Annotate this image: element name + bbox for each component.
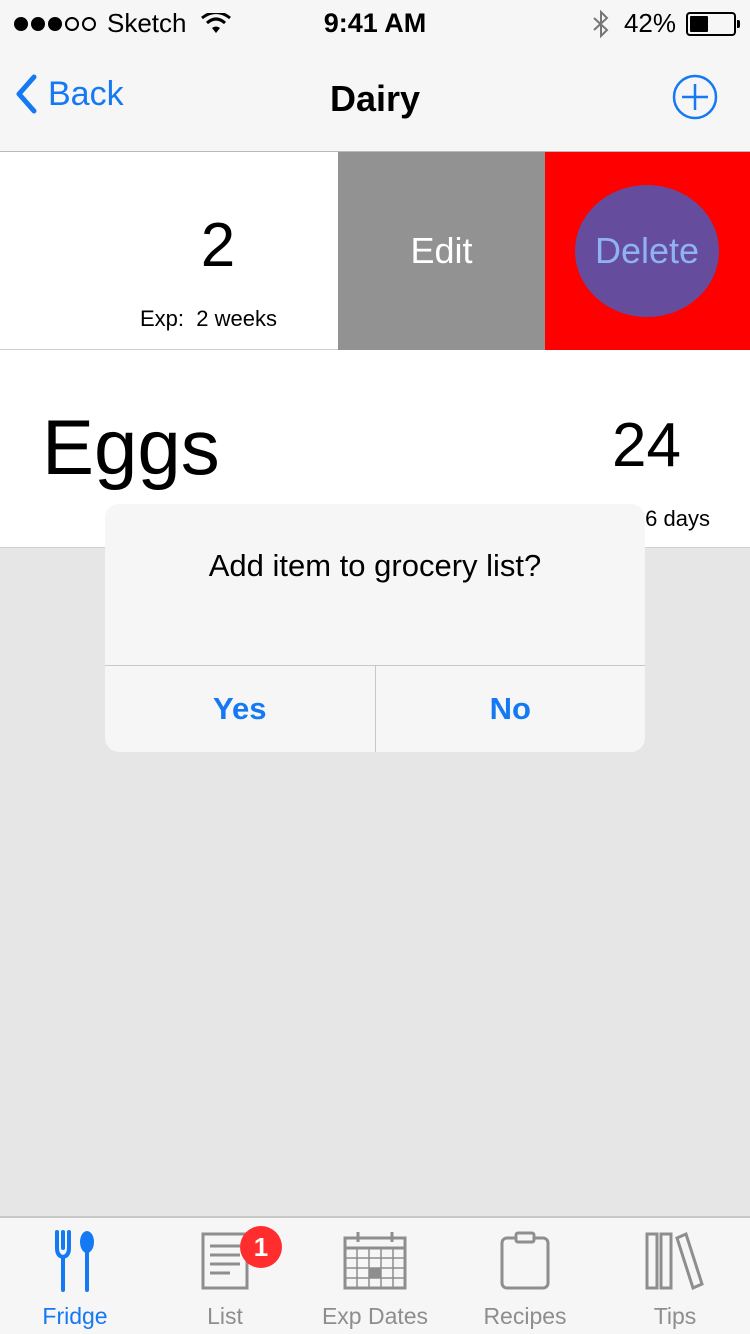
clipboard-icon [500,1231,550,1290]
tab-bar: Fridge 1 List Exp Dates Recipes Tips [0,1216,750,1334]
battery-percent: 42% [623,8,676,38]
add-item-button[interactable] [672,74,718,125]
alert-dialog: Add item to grocery list? Yes No [105,504,645,752]
status-bar: Sketch 9:41 AM 42% [0,0,750,48]
tab-tips[interactable]: Tips [600,1218,750,1334]
tab-recipes[interactable]: Recipes [450,1218,600,1334]
no-button[interactable]: No [374,666,646,752]
item-quantity: 2 [200,211,236,280]
tab-label: Exp Dates [321,1303,429,1329]
books-icon [645,1231,704,1291]
calendar-icon [343,1232,407,1290]
edit-label: Edit [410,230,473,271]
alert-buttons: Yes No [105,665,645,752]
tab-label: Recipes [483,1303,567,1329]
tab-label: List [207,1303,243,1329]
alert-message: Add item to grocery list? [208,548,542,583]
page-title: Dairy [329,78,421,119]
tab-exp-dates[interactable]: Exp Dates [300,1218,450,1334]
tab-list[interactable]: 1 List [150,1218,300,1334]
tab-label: Fridge [42,1303,108,1329]
battery-icon [686,11,740,36]
tab-fridge[interactable]: Fridge [0,1218,150,1334]
bluetooth-icon [593,9,609,38]
delete-label: Delete [594,230,700,271]
notification-badge: 1 [240,1226,282,1268]
delete-button[interactable]: Delete [545,152,750,350]
fork-spoon-icon [55,1230,94,1292]
item-name: Eggs [42,403,220,491]
yes-button[interactable]: Yes [105,666,375,752]
delete-highlight: Delete [575,185,719,317]
plus-circle-icon [672,74,718,120]
item-quantity: 24 [612,411,681,480]
list-item-swiped[interactable]: 2 Exp: 2 weeks Edit Delete [0,152,750,350]
item-expiration: Exp: 2 weeks [140,306,277,331]
edit-button[interactable]: Edit [338,152,545,350]
status-right: 42% [592,8,740,39]
navigation-bar: Back Dairy [0,48,750,152]
tab-label: Tips [653,1303,697,1329]
item-expiration: 6 days [645,506,710,531]
